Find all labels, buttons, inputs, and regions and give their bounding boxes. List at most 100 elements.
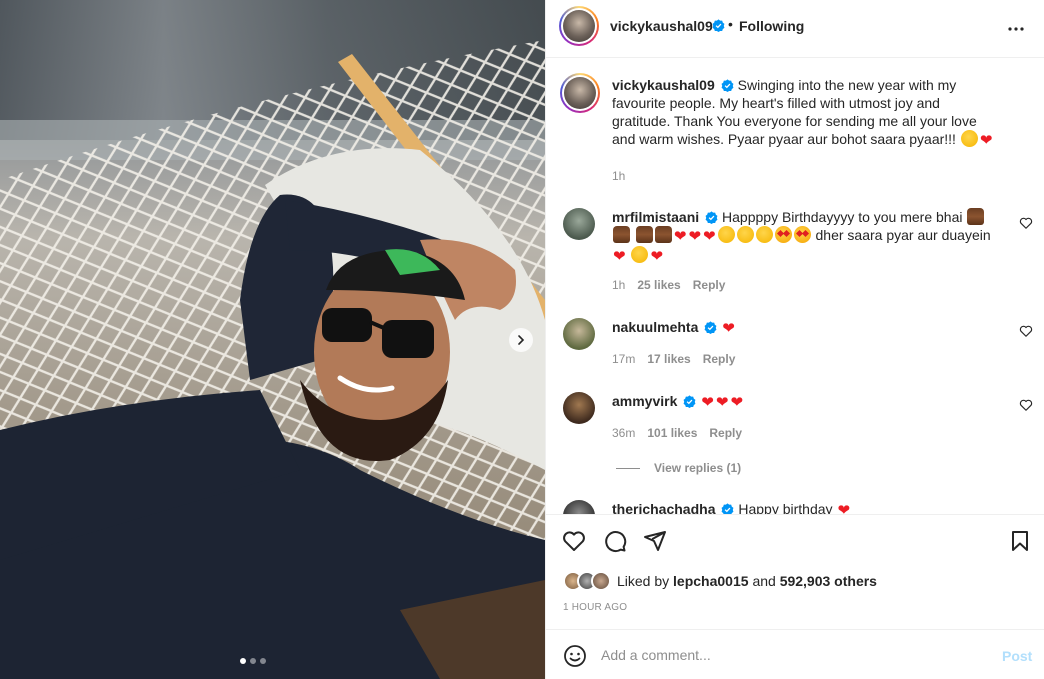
comment-username[interactable]: nakuulmehta: [612, 319, 698, 335]
avatar[interactable]: [591, 571, 611, 591]
avatar[interactable]: [563, 500, 595, 514]
view-replies-label: View replies (1): [654, 461, 742, 475]
hugging-emoji-icon: [631, 246, 649, 263]
heart-emoji-icon: ❤: [730, 394, 744, 411]
add-comment-bar: Post: [546, 629, 1044, 679]
post-username[interactable]: vickykaushal09: [610, 18, 713, 34]
heart-emoji-icon: ❤: [613, 248, 626, 265]
liked-by-text: Liked by lepcha0015 and 592,903 others: [617, 573, 877, 589]
like-icon[interactable]: [562, 529, 586, 553]
hugging-emoji-icon: [717, 226, 735, 243]
heart-emoji-icon: ❤: [979, 132, 993, 149]
heart-emoji-icon: ❤: [650, 248, 664, 265]
post-comment-button[interactable]: Post: [1002, 648, 1032, 664]
comment-like-icon[interactable]: [1019, 216, 1033, 230]
comment-likes[interactable]: 17 likes: [647, 352, 690, 366]
heart-emoji-icon: ❤: [703, 228, 716, 245]
cake-emoji-icon: [635, 226, 653, 243]
comment-input[interactable]: [601, 643, 981, 667]
post-photo[interactable]: [0, 0, 545, 679]
share-icon[interactable]: [643, 529, 667, 553]
heart-emoji-icon: ❤: [673, 228, 687, 245]
emoji-icon[interactable]: [563, 644, 587, 668]
following-button[interactable]: Following: [739, 18, 804, 34]
avatar[interactable]: [563, 208, 595, 240]
comment-likes[interactable]: 25 likes: [637, 278, 680, 292]
post-time-ago[interactable]: 1 hour ago: [563, 602, 627, 613]
comment-time: 17m: [612, 352, 636, 366]
hugging-emoji-icon: [755, 226, 773, 243]
save-icon[interactable]: [1008, 529, 1032, 553]
verified-icon: [704, 321, 717, 334]
verified-icon: [712, 19, 725, 32]
caption-username[interactable]: vickykaushal09: [612, 77, 715, 93]
liked-by-prefix: Liked by: [617, 573, 670, 589]
comment-username[interactable]: mrfilmistaani: [612, 209, 699, 225]
comment-like-icon[interactable]: [1019, 324, 1033, 338]
comment-time: 36m: [612, 426, 636, 440]
comment-time: 1h: [612, 278, 626, 292]
reply-button[interactable]: Reply: [703, 352, 736, 366]
view-replies-line: [616, 467, 640, 469]
comment-text: ammyvirk ❤ ❤ ❤: [612, 392, 1002, 412]
header-separator: •: [728, 16, 733, 32]
verified-icon: [705, 211, 718, 224]
avatar[interactable]: [563, 392, 595, 424]
comment-icon[interactable]: [603, 529, 627, 553]
post-actions: Liked by lepcha0015 and 592,903 others 1…: [546, 514, 1044, 629]
post-details-panel: vickykaushal09 • Following vickykaushal0…: [545, 0, 1044, 679]
comments-list[interactable]: vickykaushal09 Swinging into the new yea…: [546, 58, 1044, 514]
heart-emoji-icon: ❤: [722, 320, 735, 337]
comment-username[interactable]: ammyvirk: [612, 393, 677, 409]
liked-by-others[interactable]: 592,903 others: [780, 573, 877, 589]
avatar[interactable]: [559, 6, 599, 46]
hugging-emoji-icon: [736, 226, 754, 243]
heart-emoji-icon: ❤: [701, 394, 714, 411]
verified-icon: [683, 395, 696, 408]
comment-meta: 36m 101 likes Reply: [612, 426, 742, 440]
carousel-dot: [260, 658, 266, 664]
comment-meta: 17m 17 likes Reply: [612, 352, 735, 366]
star-struck-emoji-icon: [774, 226, 792, 243]
comment-body-continued: dher saara pyar aur duayein: [815, 227, 991, 243]
caption-text: vickykaushal09 Swinging into the new yea…: [612, 76, 1002, 150]
comment-text: therichachadha Happy birthday ❤: [612, 500, 1002, 514]
heart-emoji-icon: ❤: [837, 502, 851, 514]
comment-body: Happppy Birthdayyyy to you mere bhai: [722, 209, 963, 225]
photo-scene: [0, 40, 545, 679]
comment-likes[interactable]: 101 likes: [647, 426, 697, 440]
more-icon[interactable]: [1004, 17, 1028, 41]
avatar[interactable]: [563, 318, 595, 350]
comment-username[interactable]: therichachadha: [612, 501, 715, 514]
liked-by: Liked by lepcha0015 and 592,903 others: [563, 571, 877, 591]
caption-time: 1h: [612, 169, 626, 183]
verified-icon: [721, 79, 734, 92]
cake-emoji-icon: [967, 208, 985, 225]
cake-emoji-icon: [654, 226, 672, 243]
liked-by-and: and: [752, 573, 776, 589]
view-replies-button[interactable]: View replies (1): [616, 461, 741, 475]
heart-emoji-icon: ❤: [688, 228, 702, 245]
liked-by-user[interactable]: lepcha0015: [673, 573, 749, 589]
comment-text: nakuulmehta ❤: [612, 318, 1002, 338]
next-photo-button[interactable]: [509, 328, 533, 352]
reply-button[interactable]: Reply: [693, 278, 726, 292]
hugging-emoji-icon: [960, 130, 978, 147]
next-arrow-icon: [518, 335, 525, 345]
avatar[interactable]: [560, 73, 600, 113]
comment-body: Happy birthday: [738, 501, 833, 514]
carousel-dot: [250, 658, 256, 664]
comment-like-icon[interactable]: [1019, 398, 1033, 412]
carousel-dot: [240, 658, 246, 664]
verified-icon: [722, 503, 734, 514]
comment-text: mrfilmistaani Happppy Birthdayyyy to you…: [612, 208, 1002, 266]
caption-meta: 1h: [612, 169, 625, 183]
liker-avatars[interactable]: [563, 571, 611, 591]
heart-emoji-icon: ❤: [715, 394, 729, 411]
comment-meta: 1h 25 likes Reply: [612, 278, 725, 292]
carousel-dots: [240, 658, 266, 664]
star-struck-emoji-icon: [793, 226, 811, 243]
post-header: vickykaushal09 • Following: [546, 0, 1044, 58]
reply-button[interactable]: Reply: [709, 426, 742, 440]
cake-emoji-icon: [613, 226, 630, 243]
